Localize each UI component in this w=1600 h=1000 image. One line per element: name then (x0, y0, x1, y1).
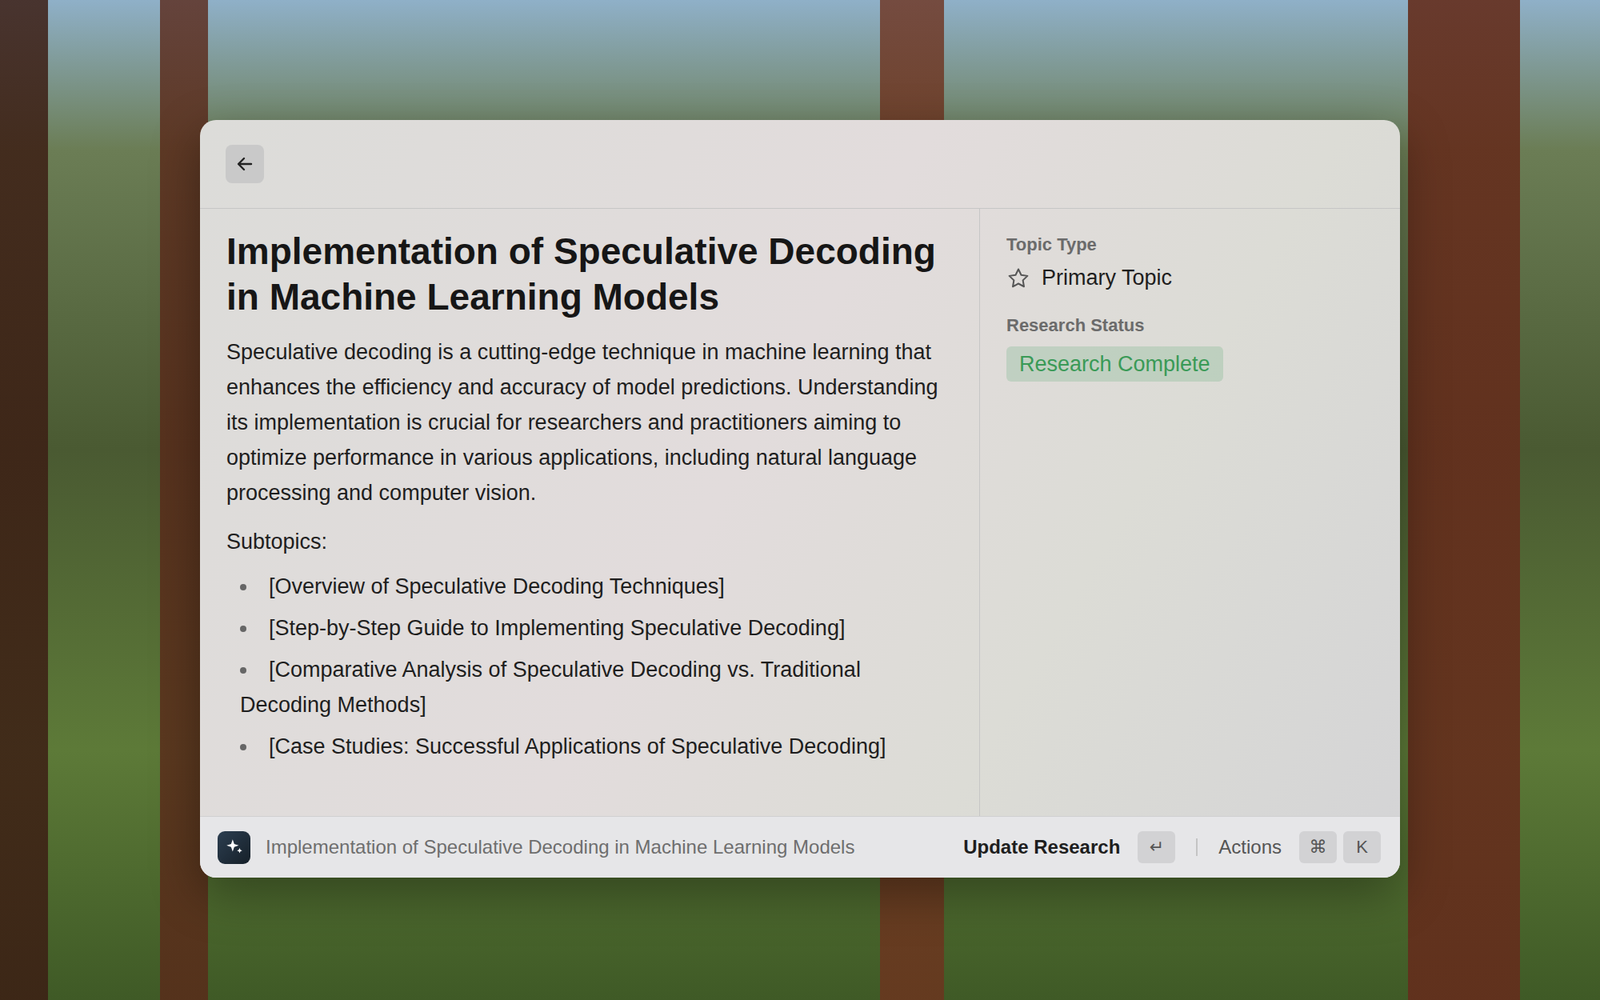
field-value: Primary Topic (1006, 265, 1374, 291)
shortcut-key: ⌘ (1299, 831, 1337, 864)
action-bar: Implementation of Speculative Decoding i… (200, 816, 1400, 878)
subtopic-item[interactable]: [Comparative Analysis of Speculative Dec… (226, 652, 948, 723)
metadata-field: Research Status Research Complete (1006, 314, 1374, 382)
subtopic-item[interactable]: [Overview of Speculative Decoding Techni… (226, 568, 948, 604)
metadata-field: Topic Type Primary Topic (1006, 233, 1374, 291)
sparkle-icon (224, 836, 245, 858)
arrow-left-icon (235, 154, 255, 174)
field-label: Research Status (1006, 314, 1374, 337)
status-badge: Research Complete (1006, 346, 1224, 382)
subtopic-item[interactable]: [Case Studies: Successful Applications o… (226, 728, 948, 764)
topic-title: Implementation of Speculative Decoding i… (226, 228, 948, 320)
query-text: Implementation of Speculative Decoding i… (265, 836, 964, 859)
subtopic-item[interactable]: [Step-by-Step Guide to Implementing Spec… (226, 610, 948, 646)
header-bar (200, 120, 1400, 209)
separator (1196, 838, 1198, 856)
metadata-pane: Topic TypePrimary TopicResearch StatusRe… (980, 208, 1400, 816)
subtopic-list: [Overview of Speculative Decoding Techni… (226, 568, 948, 764)
back-button[interactable] (225, 144, 264, 184)
actions-button[interactable]: Actions ⌘K (1218, 831, 1381, 864)
research-window: Implementation of Speculative Decoding i… (200, 120, 1400, 878)
field-value-text: Primary Topic (1041, 265, 1172, 291)
desktop-background: Implementation of Speculative Decoding i… (0, 0, 1600, 1000)
content-area: Implementation of Speculative Decoding i… (200, 208, 1400, 816)
action-label[interactable]: Update Research (963, 836, 1120, 859)
subtopics-label: Subtopics: (226, 524, 948, 560)
star-icon (1006, 266, 1031, 291)
action-label[interactable]: Actions (1218, 836, 1282, 859)
detail-pane: Implementation of Speculative Decoding i… (200, 208, 980, 816)
shortcut-key: ↵ (1137, 831, 1176, 864)
field-label: Topic Type (1006, 233, 1374, 256)
shortcut-key: K (1343, 831, 1381, 864)
app-logo-icon (217, 831, 251, 864)
topic-description: Speculative decoding is a cutting-edge t… (226, 334, 948, 511)
update-research-button[interactable]: Update Research ↵ (963, 831, 1176, 864)
